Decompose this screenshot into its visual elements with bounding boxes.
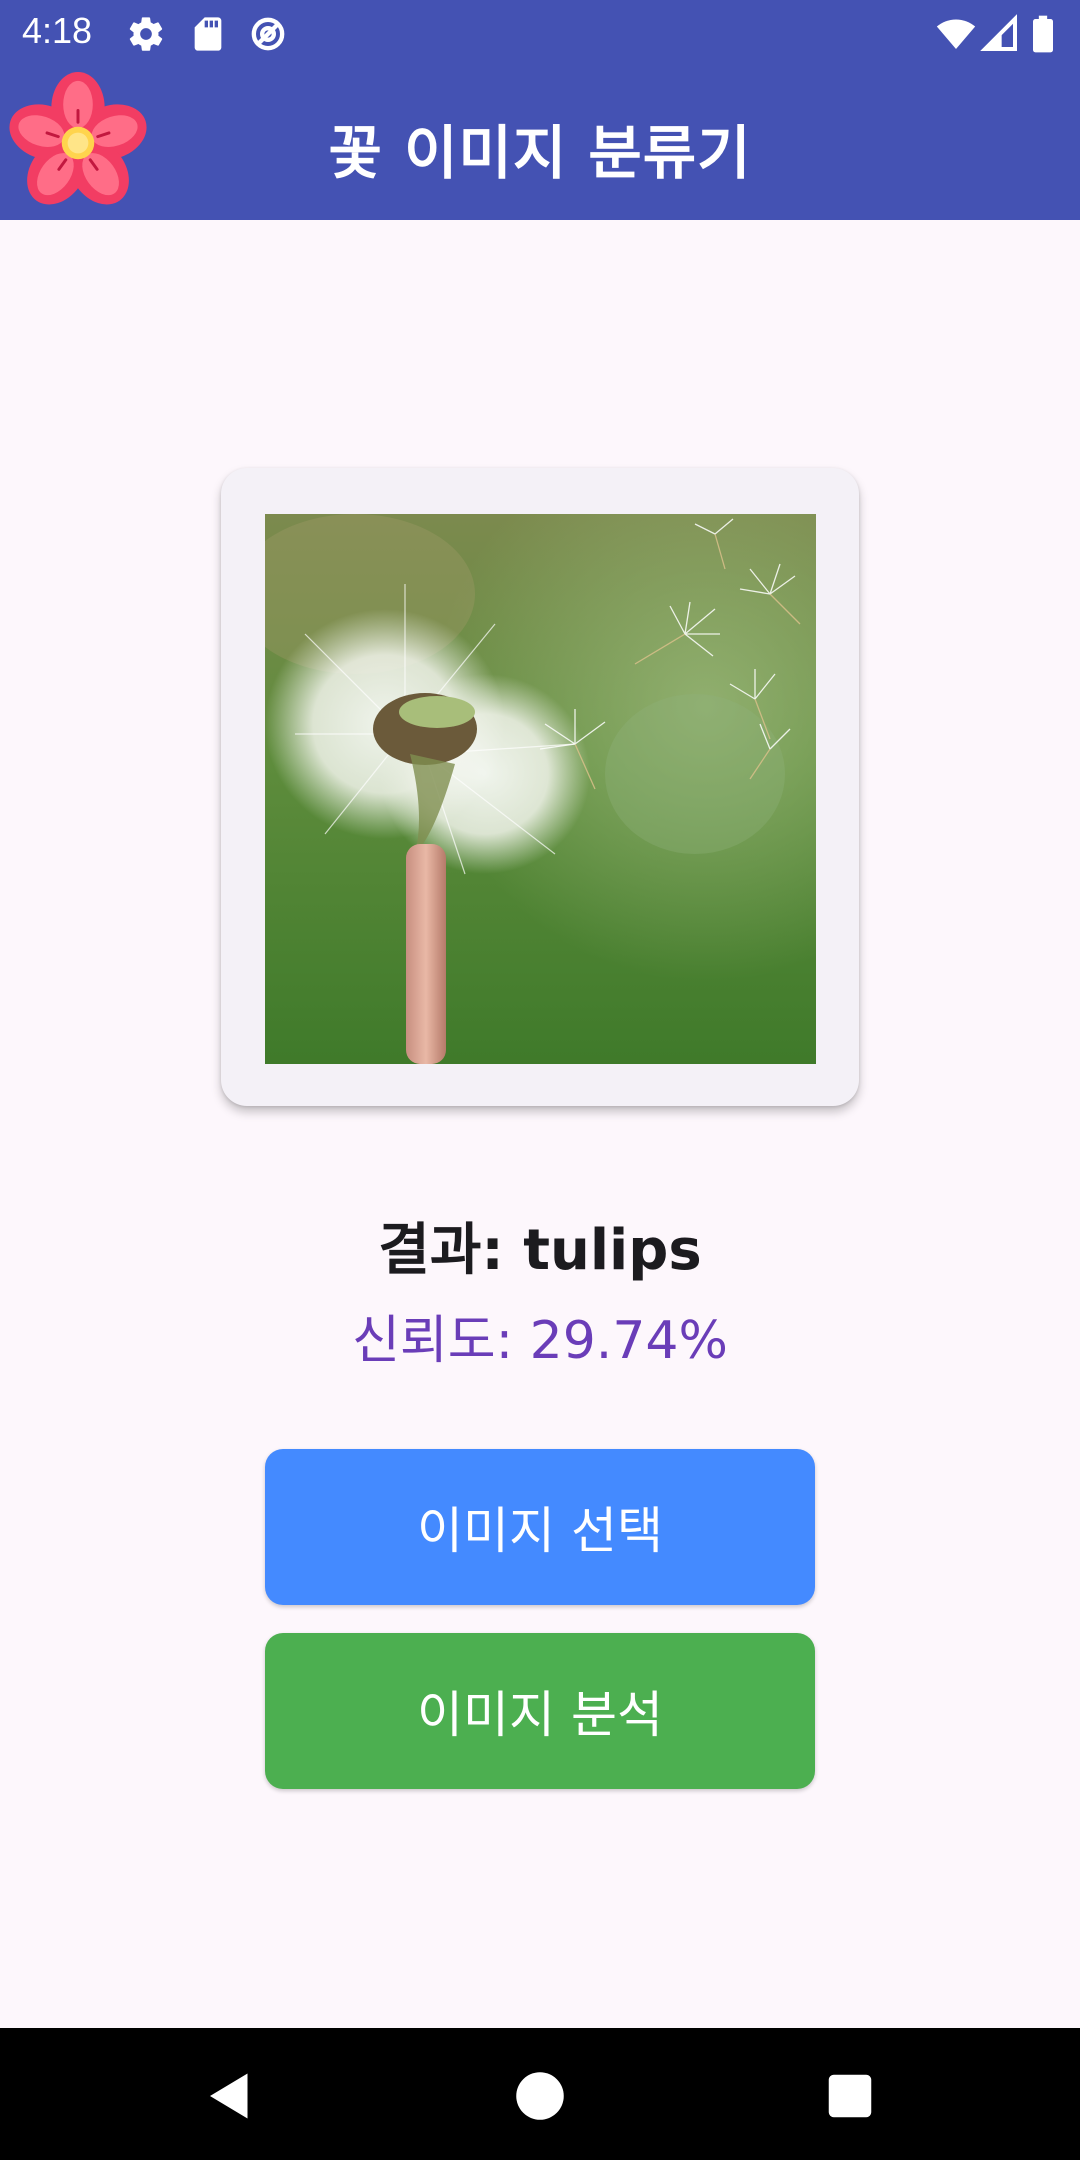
data-saver-icon [251, 17, 285, 51]
navigation-bar [0, 2028, 1080, 2160]
flower-photo [265, 514, 816, 1064]
home-icon[interactable] [510, 2066, 570, 2126]
gear-icon [129, 17, 163, 51]
confidence-label: 신뢰도: 29.74% [352, 1311, 728, 1371]
cell-signal-icon [980, 14, 1017, 51]
app-bar: 꽃 이미지 분류기 [0, 66, 1080, 220]
back-icon[interactable] [200, 2066, 260, 2126]
wifi-icon [936, 19, 976, 49]
battery-icon [1033, 15, 1053, 53]
status-time: 4:18 [22, 10, 93, 51]
analyze-image-button[interactable]: 이미지 분석 [265, 1633, 815, 1789]
dandelion-photo-icon [265, 514, 816, 1064]
result-label: 결과: tulips [378, 1218, 702, 1283]
status-bar: 4:18 [0, 0, 1080, 66]
sd-card-icon [194, 17, 222, 51]
recents-icon[interactable] [820, 2066, 880, 2126]
select-image-button[interactable]: 이미지 선택 [265, 1449, 815, 1605]
app-title: 꽃 이미지 분류기 [328, 119, 752, 187]
image-card [221, 468, 859, 1106]
